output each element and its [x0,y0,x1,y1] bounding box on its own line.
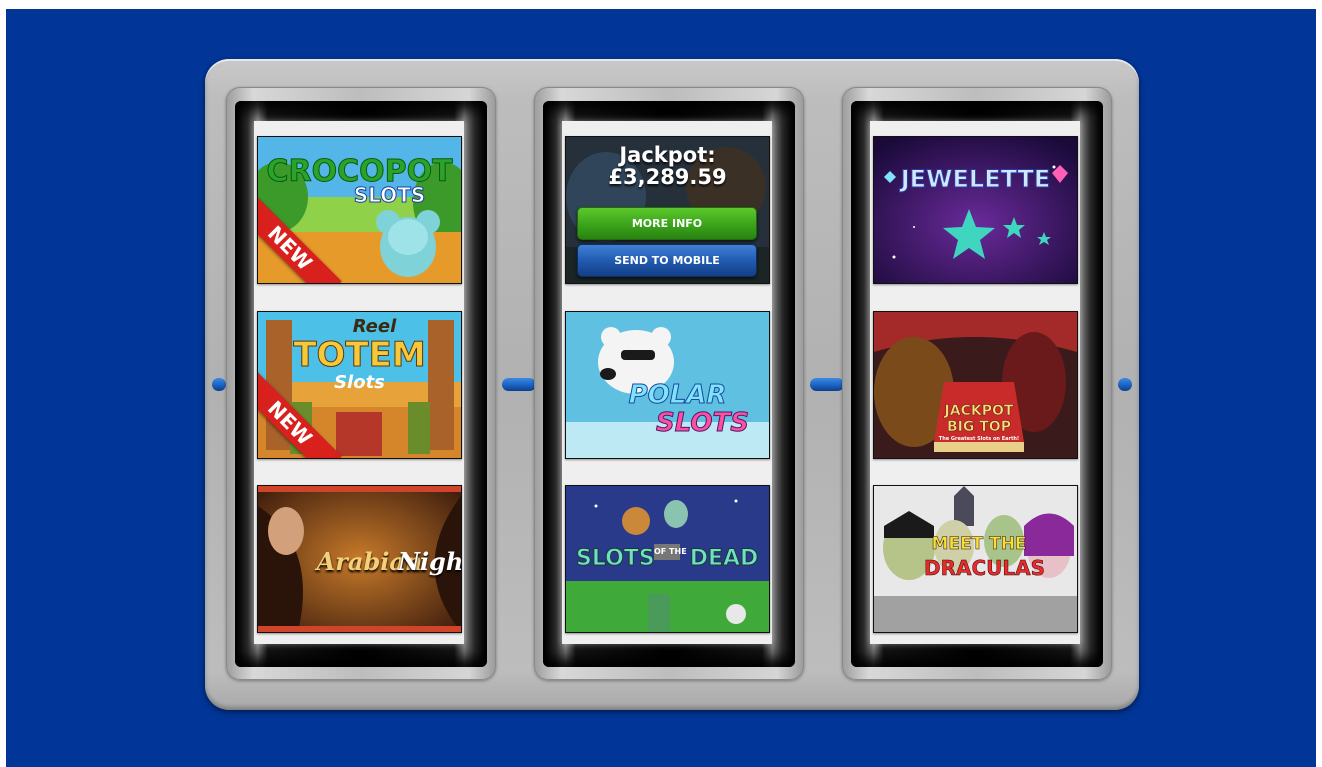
game-logo-line3: Slots [334,372,385,393]
game-logo-line2: SLOTS [353,183,426,207]
reel-window: Jackpot: £3,289.59 MORE INFO SEND TO MOB… [543,101,795,667]
jackpot-label: Jackpot: [619,143,716,167]
game-tile-crocopot-slots[interactable]: CROCOPOT SLOTS NEW [257,136,462,284]
game-logo-line3: The Greatest Slots on Earth! [938,436,1020,442]
reel-window: CROCOPOT SLOTS NEW Reel TOTEM Slots NEW … [235,101,487,667]
game-logo-line2: SLOTS [656,408,750,438]
reel-1: CROCOPOT SLOTS NEW Reel TOTEM Slots NEW … [226,87,496,680]
game-tile-polar-slots[interactable]: POLAR SLOTS [565,311,770,459]
jewelette-artwork [874,137,1077,283]
game-logo-line1: POLAR [628,380,727,410]
jackpot-amount: £3,289.59 [608,165,727,189]
reel-3: JEWELETTE JACKPOT BIG TOP The Greatest S… [842,87,1112,680]
game-logo-line1: JACKPOT [944,403,1014,419]
game-logo-line2: BIG TOP [947,419,1011,435]
reel-window: JEWELETTE JACKPOT BIG TOP The Greatest S… [851,101,1103,667]
game-logo-line2: Nights [398,547,462,576]
more-info-button[interactable]: MORE INFO [577,207,757,240]
game-tile-jackpot-big-top[interactable]: JACKPOT BIG TOP The Greatest Slots on Ea… [873,311,1078,459]
reel-rail-1 [502,378,536,391]
game-logo-line1: Reel [352,316,397,337]
game-logo-line2: DRACULAS [924,556,1046,580]
game-logo-line3: DEAD [689,546,759,571]
game-tile-jackpot[interactable]: Jackpot: £3,289.59 MORE INFO SEND TO MOB… [565,136,770,284]
game-logo-line2: TOTEM [293,335,426,375]
send-to-mobile-button[interactable]: SEND TO MOBILE [577,244,757,277]
reel-strip: JEWELETTE JACKPOT BIG TOP The Greatest S… [870,121,1080,644]
game-logo-line1: SLOTS [576,546,656,571]
reel-rail-2 [810,378,844,391]
game-tile-arabian-nights[interactable]: Arabian Nights [257,485,462,633]
game-logo-line1: JEWELETTE [900,165,1051,193]
game-tile-meet-the-draculas[interactable]: MEET THE DRACULAS [873,485,1078,633]
game-tile-jewelette[interactable]: JEWELETTE [873,136,1078,284]
game-tile-slots-of-the-dead[interactable]: SLOTS OF THE DEAD [565,485,770,633]
reel-2: Jackpot: £3,289.59 MORE INFO SEND TO MOB… [534,87,804,680]
game-logo-line1: MEET THE [931,534,1027,554]
reel-rail-right [1118,378,1132,391]
game-logo-line2: OF THE [654,544,687,560]
reel-rail-left [212,378,226,391]
game-tile-reel-totem-slots[interactable]: Reel TOTEM Slots NEW [257,311,462,459]
reel-strip: Jackpot: £3,289.59 MORE INFO SEND TO MOB… [562,121,772,644]
reel-strip: CROCOPOT SLOTS NEW Reel TOTEM Slots NEW … [254,121,464,644]
